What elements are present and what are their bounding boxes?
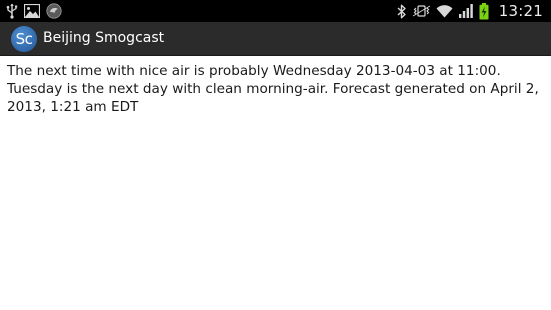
signal-icon bbox=[458, 4, 473, 18]
app-notification-icon bbox=[46, 3, 62, 19]
app-icon[interactable]: Sc bbox=[11, 26, 37, 52]
action-bar: Sc Beijing Smogcast bbox=[0, 22, 551, 56]
wifi-icon bbox=[436, 5, 453, 18]
forecast-text: The next time with nice air is probably … bbox=[7, 63, 539, 115]
image-icon bbox=[24, 4, 40, 18]
bluetooth-icon bbox=[397, 4, 406, 18]
notification-icons bbox=[6, 2, 62, 20]
app-title: Beijing Smogcast bbox=[43, 30, 165, 46]
status-bar: 13:21 bbox=[0, 0, 551, 22]
usb-icon bbox=[6, 3, 18, 19]
vibrate-icon bbox=[412, 5, 430, 17]
battery-charging-icon bbox=[479, 2, 489, 19]
clock: 13:21 bbox=[498, 2, 543, 20]
system-icons: 13:21 bbox=[397, 0, 543, 22]
